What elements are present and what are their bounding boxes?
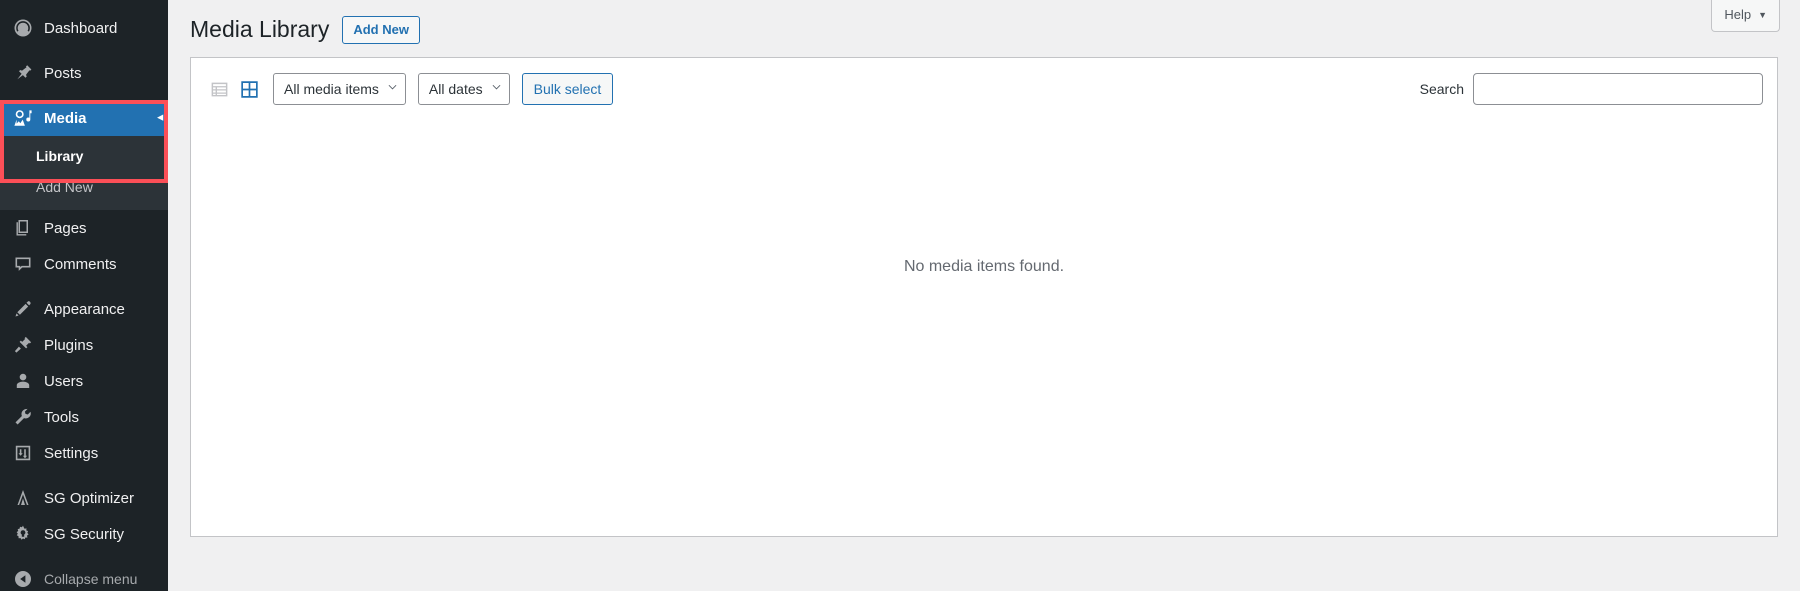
sidebar-item-label: Pages	[44, 219, 87, 237]
user-icon	[12, 370, 34, 392]
date-filter[interactable]: All dates	[417, 73, 510, 105]
sidebar-item-label: Users	[44, 372, 84, 390]
sidebar-separator	[0, 471, 168, 480]
sidebar-item-media[interactable]: Media ◂	[0, 100, 168, 136]
search-label: Search	[1419, 81, 1464, 97]
page-wrap: Media Library Add New All media items Al…	[168, 0, 1800, 537]
plugin-icon	[12, 334, 34, 356]
grid-view-icon[interactable]	[235, 75, 263, 103]
brush-icon	[12, 298, 34, 320]
sidebar-item-label: SG Security	[44, 525, 125, 543]
sidebar-separator	[0, 46, 168, 55]
collapse-menu-button[interactable]: Collapse menu	[0, 561, 168, 591]
sg-optimizer-icon	[12, 487, 34, 509]
chevron-down-icon	[388, 85, 397, 94]
sidebar-item-plugins[interactable]: Plugins	[0, 327, 168, 363]
sidebar-item-label: Posts	[44, 64, 82, 82]
media-toolbar: All media items All dates Bulk select Se…	[191, 58, 1777, 120]
sidebar-item-label: Plugins	[44, 336, 94, 354]
comments-icon	[12, 253, 34, 275]
sidebar-item-label: SG Optimizer	[44, 489, 135, 507]
media-type-filter-value: All media items	[284, 81, 379, 97]
wordpress-admin: Dashboard Posts Media ◂ Library Add New	[0, 0, 1800, 591]
sidebar-item-comments[interactable]: Comments	[0, 246, 168, 282]
help-tab-button[interactable]: Help ▼	[1711, 0, 1780, 33]
sidebar-item-label: Appearance	[44, 300, 125, 318]
sidebar-item-settings[interactable]: Settings	[0, 435, 168, 471]
chevron-down-icon	[492, 85, 501, 94]
media-type-filter[interactable]: All media items	[273, 73, 406, 105]
sidebar-item-label: Dashboard	[44, 19, 118, 37]
sidebar-item-sg-security[interactable]: SG Security	[0, 516, 168, 552]
sidebar-item-label: Settings	[44, 444, 99, 462]
media-icon	[12, 107, 34, 129]
chevron-left-icon: ◂	[157, 111, 163, 124]
sg-security-icon	[12, 523, 34, 545]
main-content: Help ▼ Media Library Add New All media i…	[168, 0, 1800, 591]
sidebar-item-pages[interactable]: Pages	[0, 210, 168, 246]
help-tab-label: Help	[1724, 7, 1752, 22]
page-header: Media Library Add New	[190, 0, 1778, 48]
sidebar-item-label: Media	[44, 109, 87, 127]
search-input[interactable]	[1473, 73, 1763, 105]
sidebar-item-dashboard[interactable]: Dashboard	[0, 10, 168, 46]
dashboard-icon	[12, 17, 34, 39]
media-frame: All media items All dates Bulk select Se…	[190, 57, 1778, 537]
pages-icon	[12, 217, 34, 239]
sidebar-separator	[0, 91, 168, 100]
sidebar-separator	[0, 552, 168, 561]
submenu-item-library[interactable]: Library	[0, 141, 168, 172]
sidebar-item-sg-optimizer[interactable]: SG Optimizer	[0, 480, 168, 516]
sidebar-item-posts[interactable]: Posts	[0, 55, 168, 91]
media-submenu: Library Add New	[0, 136, 168, 210]
sidebar-item-users[interactable]: Users	[0, 363, 168, 399]
sidebar-separator	[0, 282, 168, 291]
settings-icon	[12, 442, 34, 464]
sidebar-item-label: Comments	[44, 255, 117, 273]
screen-meta-links: Help ▼	[1711, 0, 1780, 33]
view-switch	[205, 75, 263, 103]
media-search: Search	[1420, 73, 1763, 105]
admin-sidebar: Dashboard Posts Media ◂ Library Add New	[0, 0, 168, 591]
page-title: Media Library	[190, 16, 330, 43]
bulk-select-button[interactable]: Bulk select	[521, 73, 614, 105]
date-filter-value: All dates	[428, 81, 483, 97]
collapse-menu-label: Collapse menu	[44, 571, 138, 587]
sidebar-item-tools[interactable]: Tools	[0, 399, 168, 435]
add-new-button[interactable]: Add New	[342, 15, 420, 45]
sidebar-item-appearance[interactable]: Appearance	[0, 291, 168, 327]
chevron-down-icon: ▼	[1758, 9, 1767, 20]
submenu-item-add-new[interactable]: Add New	[0, 172, 168, 203]
sidebar-item-label: Tools	[44, 408, 80, 426]
collapse-left-icon	[12, 568, 34, 590]
empty-state-message: No media items found.	[903, 258, 1065, 275]
wrench-icon	[12, 406, 34, 428]
list-view-icon[interactable]	[205, 75, 233, 103]
pin-icon	[12, 62, 34, 84]
